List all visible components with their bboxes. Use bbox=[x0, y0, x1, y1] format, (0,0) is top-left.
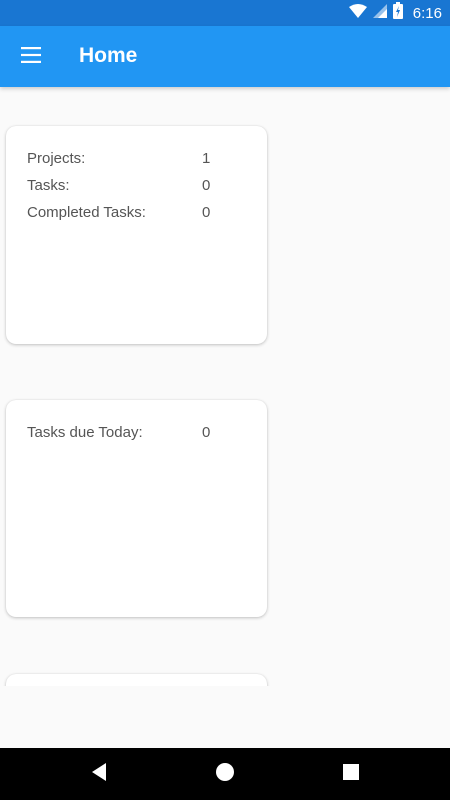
recents-icon bbox=[342, 763, 360, 786]
tasks-row: Tasks: 0 bbox=[27, 177, 227, 199]
back-icon bbox=[90, 762, 108, 787]
home-icon bbox=[215, 762, 235, 787]
page-title: Home bbox=[79, 44, 138, 67]
dashboard-content[interactable]: Projects: 1 Tasks: 0 Completed Tasks: 0 … bbox=[0, 87, 450, 686]
due-today-card: Tasks due Today: 0 bbox=[6, 400, 267, 617]
status-bar: 6:16 bbox=[0, 0, 450, 26]
third-card bbox=[6, 674, 267, 686]
app-bar: Home bbox=[0, 26, 450, 87]
tasks-due-today-label: Tasks due Today: bbox=[27, 424, 143, 441]
completed-tasks-label: Completed Tasks: bbox=[27, 204, 146, 221]
summary-card: Projects: 1 Tasks: 0 Completed Tasks: 0 bbox=[6, 126, 267, 344]
tasks-due-today-value: 0 bbox=[202, 424, 211, 441]
projects-value: 1 bbox=[202, 150, 211, 167]
menu-button[interactable] bbox=[11, 38, 51, 76]
projects-row: Projects: 1 bbox=[27, 150, 227, 172]
battery-icon bbox=[392, 2, 403, 24]
back-button[interactable] bbox=[87, 762, 111, 786]
wifi-icon bbox=[348, 3, 367, 23]
cell-signal-icon bbox=[372, 3, 387, 23]
home-button[interactable] bbox=[213, 762, 237, 786]
status-time: 6:16 bbox=[412, 4, 442, 22]
tasks-label: Tasks: bbox=[27, 177, 70, 194]
projects-label: Projects: bbox=[27, 150, 86, 167]
tasks-value: 0 bbox=[202, 177, 211, 194]
completed-tasks-value: 0 bbox=[202, 204, 211, 221]
system-nav-bar bbox=[0, 748, 450, 800]
completed-tasks-row: Completed Tasks: 0 bbox=[27, 204, 227, 226]
recents-button[interactable] bbox=[339, 762, 363, 786]
status-icons: 6:16 bbox=[348, 0, 442, 26]
tasks-due-today-row: Tasks due Today: 0 bbox=[27, 424, 227, 446]
hamburger-menu-icon bbox=[21, 46, 41, 68]
